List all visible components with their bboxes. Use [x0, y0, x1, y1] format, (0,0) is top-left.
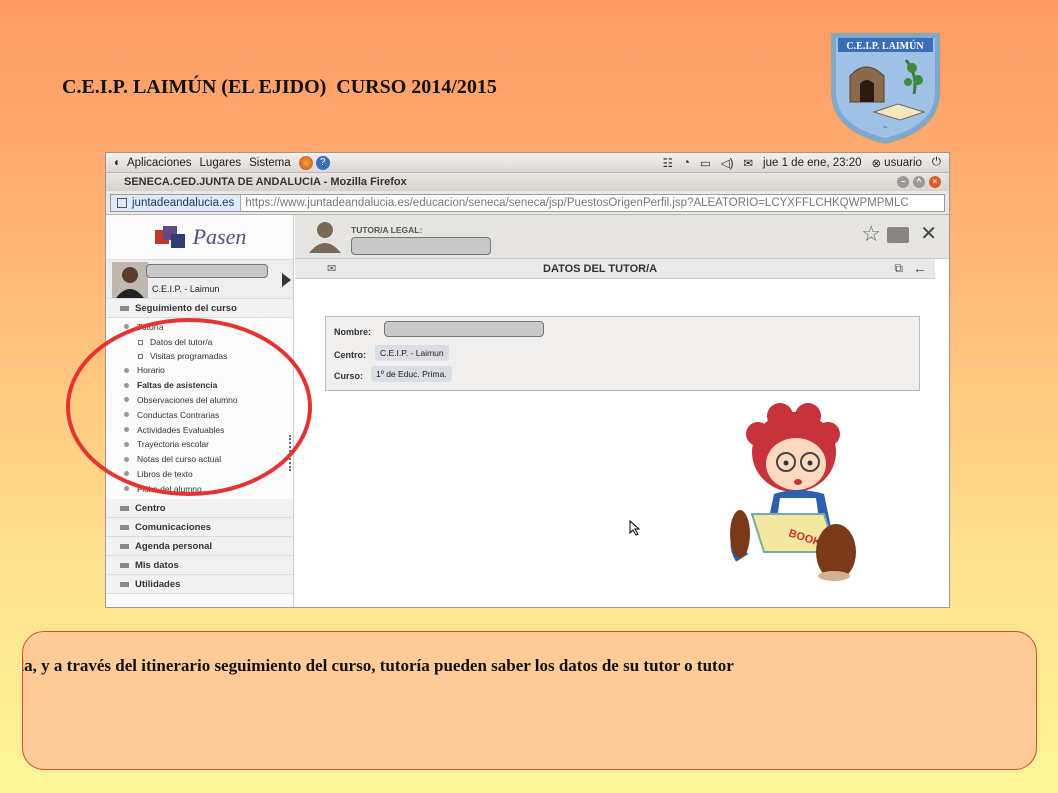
close-icon[interactable]: ×	[929, 176, 941, 188]
folder-icon	[120, 524, 129, 530]
tutor-header: TUTOR/A LEGAL: ☆ ✕	[295, 215, 949, 259]
folder-icon	[120, 562, 129, 568]
url-bar: juntadeandalucia.es https://www.juntadea…	[106, 191, 949, 215]
nombre-label: Nombre:	[334, 327, 372, 337]
folder-icon	[120, 305, 129, 311]
help-icon[interactable]: ?	[315, 155, 330, 170]
user-box: C.E.I.P. - Laimun	[106, 259, 293, 299]
redacted-user-name	[146, 264, 268, 278]
favorite-star-icon[interactable]: ☆	[861, 221, 881, 247]
foot-icon[interactable]: ◐	[114, 157, 121, 169]
school-logo: C.E.I.P. LAIMÚN ~	[831, 33, 940, 145]
battery-icon[interactable]: ▭	[700, 156, 711, 170]
user-school: C.E.I.P. - Laimun	[152, 284, 220, 294]
expand-arrow-icon[interactable]	[282, 273, 291, 287]
highlight-circle	[66, 318, 312, 496]
firefox-icon[interactable]	[298, 155, 313, 170]
curso-label: Curso:	[334, 371, 363, 381]
caption-text: quierda, y a través del itinerario segui…	[22, 656, 734, 675]
nav-mis-datos[interactable]: Mis datos	[106, 556, 293, 576]
volume-icon[interactable]: ◁)	[721, 156, 734, 170]
folder-icon	[120, 543, 129, 549]
svg-text:~: ~	[883, 123, 888, 132]
windows-icon[interactable]: ⧉	[894, 261, 903, 276]
redacted-nombre	[384, 321, 544, 337]
user-name[interactable]: usuario	[884, 157, 922, 169]
tutor-avatar-icon	[309, 222, 341, 253]
power-icon[interactable]: ⏻	[932, 156, 941, 169]
nav-agenda[interactable]: Agenda personal	[106, 537, 293, 557]
folder-icon	[120, 505, 129, 511]
mail-page-icon[interactable]: ✉	[327, 262, 336, 275]
pasen-logo-icon	[154, 226, 185, 248]
tutor-label: TUTOR/A LEGAL:	[351, 225, 423, 235]
menu-sistema[interactable]: Sistema	[249, 157, 291, 169]
tools-icon[interactable]: ✕	[920, 221, 937, 246]
nav-comunicaciones[interactable]: Comunicaciones	[106, 518, 293, 538]
nav-seguimiento[interactable]: Seguimiento del curso	[106, 299, 293, 318]
os-top-panel: ◐ Aplicaciones Lugares Sistema ? ☷ ◔ ▭ ◁…	[106, 153, 949, 173]
nav-centro[interactable]: Centro	[106, 499, 293, 519]
site-identity[interactable]: juntadeandalucia.es	[111, 194, 242, 211]
user-status-icon[interactable]: ⊗	[872, 156, 882, 170]
tutor-data-form: Nombre: Centro: C.E.I.P. - Laimun Curso:…	[325, 316, 920, 391]
slide-title: C.E.I.P. LAIMÚN (EL EJIDO) CURSO 2014/20…	[62, 76, 497, 98]
page-title-bar: ✉ DATOS DEL TUTOR/A ⧉ ←	[295, 259, 935, 279]
window-title: SENECA.CED.JUNTA DE ANDALUCIA - Mozilla …	[124, 176, 407, 188]
mail-icon[interactable]: ✉	[743, 156, 753, 170]
user-avatar	[112, 262, 148, 298]
minimize-icon[interactable]: –	[897, 176, 909, 188]
folder-icon	[120, 581, 129, 587]
users-icon[interactable]: ☷	[663, 156, 673, 170]
bullet-icon	[124, 486, 129, 492]
folder-toolbar-icon[interactable]	[887, 227, 909, 243]
menu-aplicaciones[interactable]: Aplicaciones	[127, 157, 192, 169]
centro-value: C.E.I.P. - Laimun	[375, 345, 449, 361]
address-field[interactable]: juntadeandalucia.es https://www.juntadea…	[110, 193, 945, 212]
nav-utilidades[interactable]: Utilidades	[106, 575, 293, 595]
page-title: DATOS DEL TUTOR/A	[543, 263, 658, 275]
kid-reading-illustration: BOOK	[730, 403, 856, 581]
clock-text[interactable]: jue 1 de ene, 23:20	[763, 157, 861, 169]
mouse-cursor-icon	[629, 520, 641, 536]
maximize-icon[interactable]: ^	[913, 176, 925, 188]
pasen-logo: Pasen	[106, 215, 293, 259]
page-icon	[117, 197, 127, 208]
wifi-icon[interactable]: ◔	[683, 157, 690, 169]
curso-value: 1º de Educ. Prima.	[371, 366, 452, 382]
caption-box: quierda, y a través del itinerario segui…	[22, 631, 1037, 770]
back-arrow-icon[interactable]: ←	[913, 260, 927, 276]
redacted-tutor-name	[351, 237, 491, 255]
url-text: https://www.juntadeandalucia.es/educacio…	[245, 196, 909, 209]
logo-text: C.E.I.P. LAIMÚN	[846, 40, 924, 52]
window-titlebar: SENECA.CED.JUNTA DE ANDALUCIA - Mozilla …	[106, 173, 949, 191]
menu-lugares[interactable]: Lugares	[200, 157, 242, 169]
centro-label: Centro:	[334, 350, 366, 360]
